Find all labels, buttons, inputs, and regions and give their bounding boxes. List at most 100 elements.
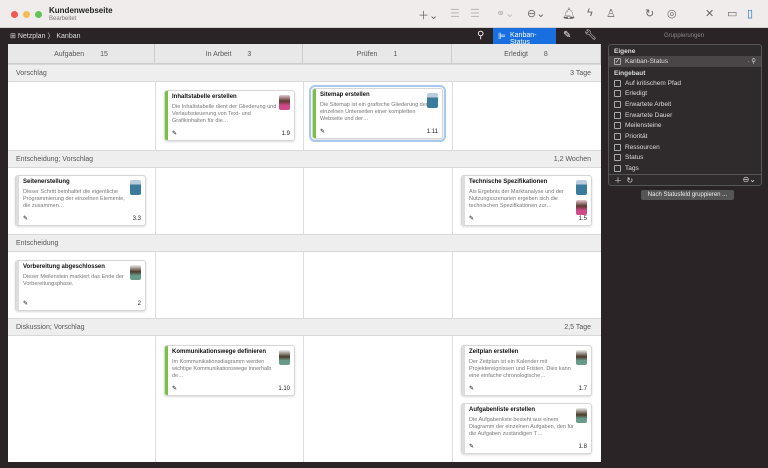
- card-title: Kommunikationswege definieren: [172, 349, 267, 355]
- bell-icon[interactable]: 🔔︎: [562, 7, 576, 20]
- breadcrumb-netzplan[interactable]: Netzplan: [18, 33, 46, 40]
- breadcrumb-kanban[interactable]: Kanban: [56, 33, 80, 40]
- avatar: [130, 180, 141, 195]
- add-icon[interactable]: ＋⌄: [418, 7, 438, 23]
- edit-icon[interactable]: ✎: [172, 385, 177, 392]
- status-bar: [462, 346, 465, 395]
- wrench-icon[interactable]: 🔧︎: [584, 30, 597, 41]
- panel-footer: ＋ ↻ ⊖⌄: [609, 174, 761, 185]
- column-divider: [303, 64, 304, 462]
- column-divider: [155, 64, 156, 462]
- builtin-section-label: Eingebaut: [614, 69, 646, 77]
- column-header[interactable]: In Arbeit 3: [155, 44, 303, 64]
- avatar: [576, 180, 587, 195]
- tools-icon[interactable]: ✕: [705, 7, 714, 20]
- filter-icon[interactable]: ⚲: [477, 30, 484, 41]
- card-description: Dieser Meilenstein markiert das Ende der…: [23, 274, 124, 287]
- task-card[interactable]: Seitenerstellung Dieser Schritt beinhalt…: [15, 175, 146, 226]
- edit-icon[interactable]: ✎: [320, 128, 325, 135]
- card-number: 1.10: [278, 386, 290, 392]
- checkbox-checked-icon[interactable]: ✓: [614, 57, 621, 65]
- window-subtitle: Bearbeitet: [49, 16, 77, 22]
- compass-icon[interactable]: ◎: [667, 7, 677, 20]
- edit-icon[interactable]: ✎: [469, 215, 474, 222]
- task-card[interactable]: Zeitplan erstellen Der Zeitplan ist ein …: [461, 345, 592, 396]
- minimize-button[interactable]: [23, 11, 30, 18]
- card-number: 1.9: [281, 131, 290, 137]
- card-title: Zeitplan erstellen: [469, 349, 519, 355]
- avatar: [576, 408, 587, 423]
- avatar: [279, 350, 290, 365]
- refresh-icon[interactable]: ↻: [645, 7, 654, 20]
- task-card[interactable]: Sitemap erstellen Die Sitemap ist ein gr…: [309, 85, 446, 142]
- own-section-label: Eigene: [614, 48, 636, 55]
- add-icon[interactable]: ＋: [614, 176, 622, 185]
- grouping-item[interactable]: Status: [609, 153, 761, 164]
- breadcrumb: ⊞ Netzplan 〉 Kanban: [10, 33, 81, 40]
- grouping-item-kanban-status[interactable]: ✓ Kanban-Status · ⚲: [609, 56, 761, 67]
- more-icon[interactable]: ⊖⌄: [527, 7, 545, 20]
- checkbox-icon[interactable]: [614, 132, 621, 140]
- grouping-item[interactable]: Meilensteine: [609, 120, 761, 131]
- column-header[interactable]: Erledigt 8: [452, 44, 601, 64]
- bottom-panel-icon[interactable]: ▭: [727, 7, 737, 20]
- groupings-panel: Eigene ✓ Kanban-Status · ⚲ Eingebaut Auf k…: [608, 44, 762, 186]
- checkbox-icon[interactable]: [614, 90, 621, 98]
- grouping-item[interactable]: Priorität: [609, 131, 761, 142]
- card-title: Aufgabenliste erstellen: [469, 407, 536, 413]
- grouping-item[interactable]: Erwartete Arbeit: [609, 99, 761, 110]
- kanban-icon: ⊫: [498, 31, 506, 41]
- task-card[interactable]: Technische Spezifikationen Als Ergebnis …: [461, 175, 592, 226]
- window-title: Kundenwebseite: [49, 6, 113, 15]
- card-number: 3.3: [132, 216, 141, 222]
- column-header[interactable]: Aufgaben 15: [8, 44, 155, 64]
- options-icon[interactable]: ⊖⌄: [743, 175, 756, 184]
- stamp-icon[interactable]: ♙: [606, 7, 616, 20]
- column-header[interactable]: Prüfen 1: [303, 44, 452, 64]
- checkbox-icon[interactable]: [614, 79, 621, 87]
- checkbox-icon[interactable]: [614, 143, 621, 151]
- grouping-item[interactable]: Auf kritischem Pfad: [609, 78, 761, 89]
- group-header[interactable]: Vorschlag 3 Tage: [8, 64, 601, 82]
- search-icon[interactable]: · ⚲: [747, 57, 756, 65]
- edit-icon[interactable]: ✎: [23, 300, 28, 307]
- card-title: Technische Spezifikationen: [469, 179, 548, 185]
- grouping-item[interactable]: Erledigt: [609, 88, 761, 99]
- card-number: 1.7: [578, 386, 587, 392]
- task-card[interactable]: Aufgabenliste erstellen Die Aufgabenlist…: [461, 403, 592, 454]
- zoom-button[interactable]: [35, 11, 42, 18]
- grouping-item[interactable]: Tags: [609, 163, 761, 174]
- grouping-item[interactable]: Ressourcen: [609, 142, 761, 153]
- kanban-status-button[interactable]: ⊫ Kanban-Status: [493, 28, 556, 46]
- checkbox-icon[interactable]: [614, 165, 621, 173]
- refresh-icon[interactable]: ↻: [626, 176, 633, 185]
- card-description: Die Inhaltstabelle dient der Gliederung …: [172, 104, 277, 124]
- outdent-icon[interactable]: ☰: [470, 7, 480, 20]
- checkbox-icon[interactable]: [614, 111, 621, 119]
- task-card[interactable]: Kommunikationswege definieren Im Kommuni…: [164, 345, 295, 396]
- avatar: [576, 200, 587, 215]
- group-by-status-field-button[interactable]: Nach Statusfeld gruppieren ...: [641, 190, 734, 200]
- indent-icon[interactable]: ☰: [450, 7, 460, 20]
- edit-icon[interactable]: ✎: [469, 385, 474, 392]
- edit-icon[interactable]: ✎: [172, 130, 177, 137]
- checkbox-icon[interactable]: [614, 100, 621, 108]
- checkbox-icon[interactable]: [614, 122, 621, 130]
- group-header[interactable]: Diskussion; Vorschlag 2,5 Tage: [8, 318, 601, 336]
- flash-icon[interactable]: ϟ: [587, 7, 593, 19]
- column-divider: [452, 64, 453, 462]
- group-header[interactable]: Entscheidung: [8, 234, 601, 252]
- checkbox-icon[interactable]: [614, 154, 621, 162]
- task-card[interactable]: Inhaltstabelle erstellen Die Inhaltstabe…: [164, 90, 295, 141]
- grouping-item[interactable]: Erwartete Dauer: [609, 110, 761, 121]
- status-bar: [16, 176, 19, 225]
- sidebar-toggle-icon[interactable]: ▯: [747, 7, 753, 20]
- task-card[interactable]: Vorbereitung abgeschlossen Dieser Meilen…: [15, 260, 146, 311]
- edit-icon[interactable]: ✎: [23, 215, 28, 222]
- edit-icon[interactable]: ✎: [469, 443, 474, 450]
- link-icon[interactable]: ⚭⌄: [496, 7, 514, 20]
- avatar: [279, 95, 290, 110]
- brush-icon[interactable]: ✎: [563, 30, 571, 41]
- group-header[interactable]: Entscheidung; Vorschlag 1,2 Wochen: [8, 150, 601, 168]
- close-button[interactable]: [11, 11, 18, 18]
